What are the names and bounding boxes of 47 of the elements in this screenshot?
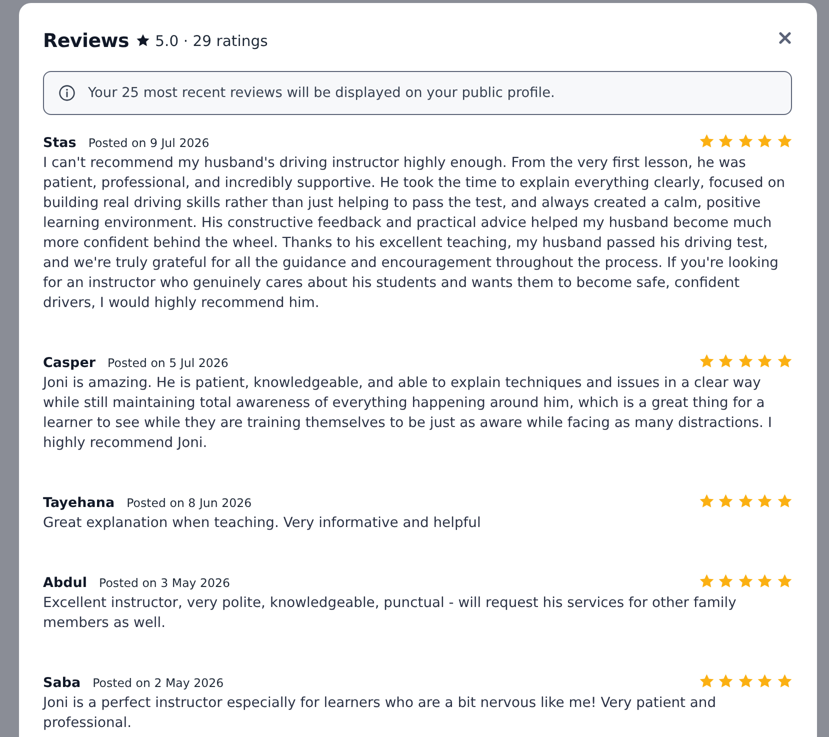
star-icon [757,494,772,508]
reviewer-name: Stas [43,135,76,151]
star-icon [757,134,772,148]
star-icon [738,674,753,688]
info-text: Your 25 most recent reviews will be displayed on your public profile. [88,85,555,101]
star-icon [698,134,714,148]
review-text: Excellent instructor, very polite, knowledgeable, punctual - will request his services for other family members as well. [43,594,738,633]
star-icon [776,354,792,368]
star-icon [757,354,772,368]
star-icon [718,674,734,688]
reviewer-name: Tayehana [43,495,115,511]
review-date: Posted on 2 May 2026 [92,676,224,690]
star-icon [718,574,734,588]
star-icon [698,494,714,508]
star-icon [136,34,150,48]
reviewer-name: Abdul [43,575,88,591]
review-date: Posted on 8 Jun 2026 [126,496,252,510]
star-icon [698,674,714,688]
star-icon [698,574,714,588]
review-text: Great explanation when teaching. Very informative and helpful [43,514,482,533]
review-date: Posted on 3 May 2026 [99,576,230,590]
star-icon [776,494,792,508]
star-icon [776,134,792,148]
star-icon [757,574,772,588]
info-icon [59,85,75,101]
star-icon [738,354,753,368]
star-icon [738,134,753,148]
star-icon [738,574,753,588]
star-icon [738,494,753,508]
star-icon [776,674,792,688]
star-icon [718,494,734,508]
review-date: Posted on 5 Jul 2026 [108,356,228,370]
reviewer-name: Saba [43,675,81,691]
star-icon [776,574,792,588]
review-text: Joni is amazing. He is patient, knowledgeable, and able to explain techniques and issues in a clear way while still maintaining total awareness of everything happening around him, which is a great thing for a learner to see while they are training themselves to be just as aware while facing as many distractions. I highly recommend Joni. [43,374,773,453]
review-text: I can't recommend my husband's driving instructor highly enough. From the very first lesson, he was patient, professional, and incredibly supportive. He took the time to explain everything clearly, focused on building real driving skills rather than just helping to pass the test, and always created a calm, positive learning environment. His constructive feedback and practical advice helped my husband become much more confident behind the wheel. Thanks to his excellent teaching, my husband passed his driving test, and we're truly grateful for all the guidance and encouragement throughout the process. If you're looking for an instructor who genuinely cares about his students and wants them to become safe, confident drivers, I would highly recommend him. [43,154,786,313]
reviewer-name: Casper [43,355,96,371]
dialog-title: Reviews [43,30,130,52]
review-date: Posted on 9 Jul 2026 [88,136,210,150]
rating-summary: 5.0 · 29 ratings [155,32,268,50]
star-icon [757,674,772,688]
review-text: Joni is a perfect instructor especially for learners who are a bit nervous like me! Very patient and professional. [43,694,718,733]
close-button[interactable] [779,32,791,44]
star-icon [718,354,734,368]
star-icon [718,134,734,148]
close-icon [779,32,791,44]
star-icon [698,354,714,368]
